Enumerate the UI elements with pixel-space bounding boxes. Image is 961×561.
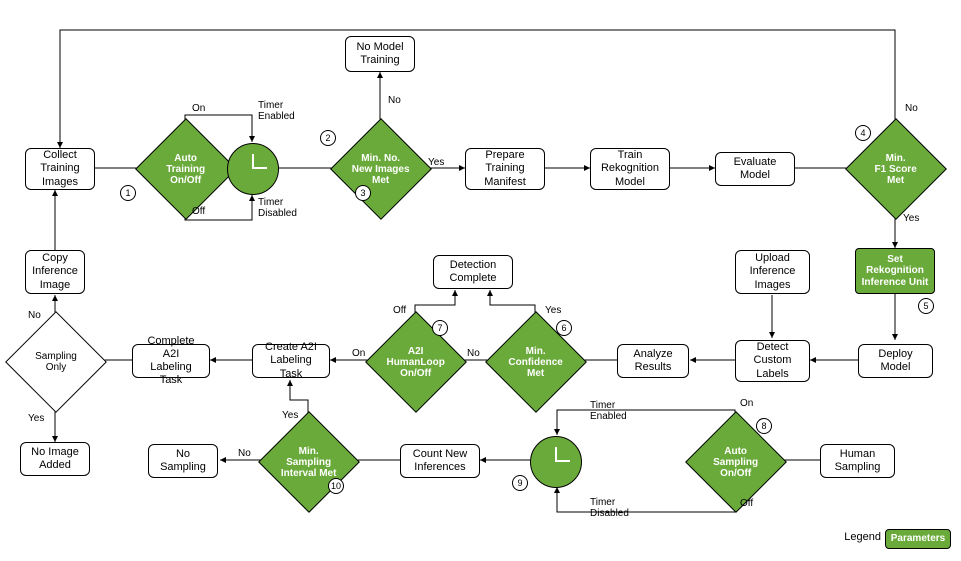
evaluate-model-node: EvaluateModel [715, 152, 795, 186]
label-yes-3: Yes [545, 305, 561, 316]
label-yes-2: Yes [903, 213, 919, 224]
detection-complete-node: DetectionComplete [433, 255, 513, 289]
label-on-2: On [352, 348, 365, 359]
legend-parameters: Parameters [885, 529, 951, 549]
label-yes-4: Yes [28, 413, 44, 424]
label-no-5: No [238, 448, 251, 459]
label-yes-5: Yes [282, 410, 298, 421]
label-timer-enabled-1: TimerEnabled [258, 100, 295, 122]
label-no-4: No [28, 310, 41, 321]
label-no-3: No [467, 348, 480, 359]
step-number-5: 5 [918, 298, 934, 314]
timer-icon-1 [227, 143, 279, 195]
label-no-1: No [388, 95, 401, 106]
label-on-3: On [740, 398, 753, 409]
train-model-node: TrainRekognitionModel [590, 148, 670, 190]
collect-training-node: CollectTrainingImages [25, 148, 95, 190]
analyze-results-node: AnalyzeResults [617, 344, 689, 378]
step-number-1: 1 [120, 185, 136, 201]
step-number-3: 3 [355, 185, 371, 201]
deploy-model-node: DeployModel [858, 344, 933, 378]
a2i-humanloop-diamond: A2IHumanLoopOn/Off [365, 311, 467, 413]
no-model-training-node: No ModelTraining [345, 36, 415, 72]
sampling-only-diamond: SamplingOnly [5, 311, 107, 413]
label-off-1: Off [192, 206, 205, 217]
auto-training-diamond: AutoTrainingOn/Off [135, 118, 237, 220]
label-timer-enabled-2: TimerEnabled [590, 400, 627, 422]
label-on-1: On [192, 103, 205, 114]
complete-a2i-node: Complete A2ILabeling Task [132, 344, 210, 378]
label-timer-disabled-2: TimerDisabled [590, 497, 629, 519]
step-number-6: 6 [556, 320, 572, 336]
timer-icon-2 [530, 436, 582, 488]
label-no-2: No [905, 103, 918, 114]
human-sampling-node: HumanSampling [820, 444, 895, 478]
no-image-added-node: No ImageAdded [20, 442, 90, 476]
count-inferences-node: Count NewInferences [400, 444, 480, 478]
min-images-diamond: Min. No.New ImagesMet [330, 118, 432, 220]
label-off-2: Off [393, 305, 406, 316]
prepare-manifest-node: PrepareTrainingManifest [465, 148, 545, 190]
min-sampling-diamond: Min.SamplingInterval Met [258, 411, 360, 513]
create-a2i-node: Create A2ILabeling Task [252, 344, 330, 378]
legend-label: Legend [844, 531, 881, 543]
step-number-9: 9 [512, 475, 528, 491]
copy-inference-node: CopyInferenceImage [25, 250, 85, 294]
upload-inference-node: UploadInferenceImages [735, 250, 810, 294]
no-sampling-node: NoSampling [148, 444, 218, 478]
label-yes-1: Yes [428, 157, 444, 168]
step-number-10: 10 [328, 478, 344, 494]
set-inference-unit-box: SetRekognitionInference Unit [855, 248, 935, 294]
detect-labels-node: DetectCustomLabels [735, 340, 810, 382]
step-number-4: 4 [855, 125, 871, 141]
step-number-2: 2 [320, 130, 336, 146]
step-number-8: 8 [756, 418, 772, 434]
label-timer-disabled-1: TimerDisabled [258, 197, 297, 219]
step-number-7: 7 [432, 320, 448, 336]
label-off-3: Off [740, 498, 753, 509]
